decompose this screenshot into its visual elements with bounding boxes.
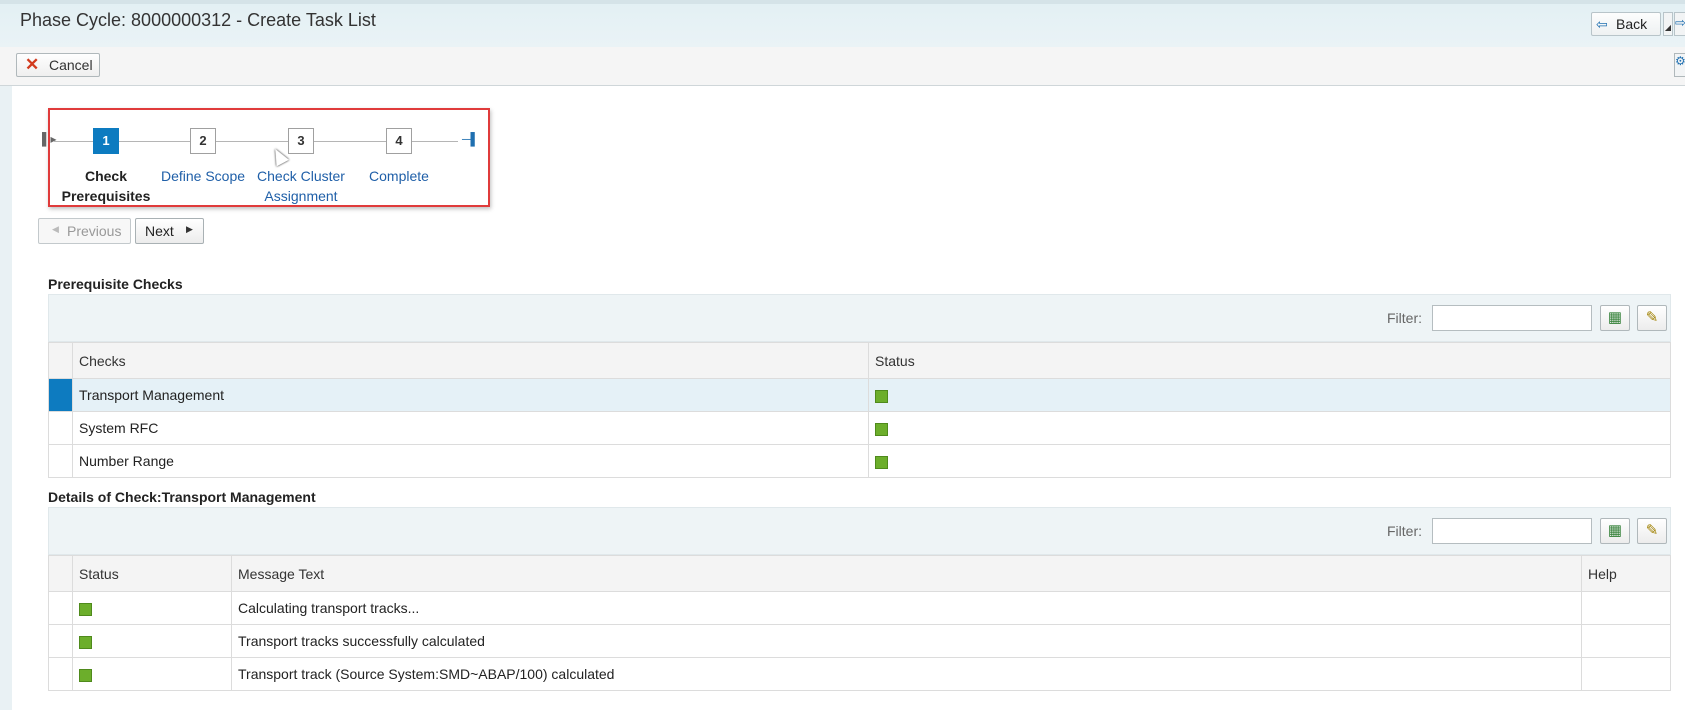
details-col-status[interactable]: Status bbox=[72, 555, 232, 592]
prereq-personalize-button[interactable]: ✎ bbox=[1637, 305, 1667, 331]
back-button[interactable]: ⇦ Back bbox=[1591, 12, 1661, 36]
prereq-table: Checks Status Transport Management Syste… bbox=[48, 342, 1671, 478]
roadmap-step-3[interactable]: 3 bbox=[288, 128, 314, 154]
row-selector[interactable] bbox=[48, 444, 73, 478]
row-selector[interactable] bbox=[48, 591, 73, 625]
details-header-row: Status Message Text Help bbox=[48, 555, 1671, 592]
status-green-icon bbox=[875, 455, 888, 469]
check-name: System RFC bbox=[72, 411, 869, 445]
prereq-col-status[interactable]: Status bbox=[868, 342, 1671, 379]
roadmap: ▌▸ ─▌ 1 2 3 4 Check Prerequisites Define… bbox=[42, 108, 490, 207]
page-title: Phase Cycle: 8000000312 - Create Task Li… bbox=[20, 10, 376, 30]
help-cell[interactable] bbox=[1581, 591, 1671, 625]
next-label: Next bbox=[145, 223, 174, 239]
status-green-icon bbox=[875, 389, 888, 403]
status-cell bbox=[72, 624, 232, 658]
roadmap-step-1[interactable]: 1 bbox=[93, 128, 119, 154]
row-selector[interactable] bbox=[48, 657, 73, 691]
status-green-icon bbox=[875, 422, 888, 436]
details-filter-label: Filter: bbox=[1387, 523, 1422, 539]
back-arrow-icon: ⇦ bbox=[1596, 16, 1608, 32]
roadmap-step-4-label[interactable]: Complete bbox=[344, 166, 454, 186]
status-cell bbox=[72, 591, 232, 625]
prereq-filter-label: Filter: bbox=[1387, 310, 1422, 326]
status-cell bbox=[868, 411, 1671, 445]
details-filter-input[interactable] bbox=[1432, 518, 1592, 544]
roadmap-step-3-label[interactable]: Check Cluster Assignment bbox=[246, 166, 356, 206]
next-button[interactable]: Next ▶ bbox=[135, 218, 204, 244]
status-cell bbox=[72, 657, 232, 691]
table-row[interactable]: Transport Management bbox=[48, 378, 1671, 412]
cancel-label: Cancel bbox=[49, 57, 93, 73]
details-export-button[interactable]: ▦ bbox=[1600, 518, 1630, 544]
left-border-strip bbox=[0, 86, 12, 710]
next-arrow-icon: ▶ bbox=[186, 224, 193, 234]
check-name: Number Range bbox=[72, 444, 869, 478]
row-selector[interactable] bbox=[48, 624, 73, 658]
table-row[interactable]: Transport track (Source System:SMD~ABAP/… bbox=[48, 657, 1671, 691]
details-select-all[interactable] bbox=[48, 555, 73, 592]
prereq-filter-bar: Filter: ▦ ✎ bbox=[48, 294, 1671, 342]
status-green-icon bbox=[79, 635, 92, 649]
export-icon: ▦ bbox=[1607, 309, 1623, 326]
prereq-select-all[interactable] bbox=[48, 342, 73, 379]
prereq-section-title: Prerequisite Checks bbox=[48, 276, 183, 292]
previous-arrow-icon: ◀ bbox=[52, 224, 59, 234]
user-settings-icon: ✎ bbox=[1645, 309, 1659, 326]
prereq-col-checks[interactable]: Checks bbox=[72, 342, 869, 379]
check-name: Transport Management bbox=[72, 378, 869, 412]
previous-label: Previous bbox=[67, 223, 122, 239]
roadmap-step-1-label[interactable]: Check Prerequisites bbox=[51, 166, 161, 206]
previous-button[interactable]: ◀ Previous bbox=[38, 218, 131, 244]
status-green-icon bbox=[79, 668, 92, 682]
row-selector[interactable] bbox=[48, 411, 73, 445]
prereq-header-row: Checks Status bbox=[48, 342, 1671, 379]
forward-arrow-icon: ⇨ bbox=[1675, 15, 1685, 30]
user-settings-icon: ✎ bbox=[1645, 522, 1659, 539]
details-table: Status Message Text Help Calculating tra… bbox=[48, 555, 1671, 691]
roadmap-end-icon: ─▌ bbox=[462, 132, 480, 146]
gear-icon: ⚙ bbox=[1675, 54, 1685, 68]
help-cell[interactable] bbox=[1581, 624, 1671, 658]
row-selector[interactable] bbox=[48, 378, 73, 412]
details-filter-bar: Filter: ▦ ✎ bbox=[48, 507, 1671, 555]
status-green-icon bbox=[79, 602, 92, 616]
roadmap-step-2[interactable]: 2 bbox=[190, 128, 216, 154]
title-bar: Phase Cycle: 8000000312 - Create Task Li… bbox=[0, 0, 1685, 47]
forward-button[interactable]: ⇨ bbox=[1674, 12, 1685, 36]
details-section-title: Details of Check:Transport Management bbox=[48, 489, 316, 505]
export-icon: ▦ bbox=[1607, 522, 1623, 539]
details-col-message[interactable]: Message Text bbox=[231, 555, 1582, 592]
status-cell bbox=[868, 444, 1671, 478]
roadmap-step-4[interactable]: 4 bbox=[386, 128, 412, 154]
roadmap-step-2-label[interactable]: Define Scope bbox=[148, 166, 258, 186]
cancel-icon: ✕ bbox=[25, 55, 40, 74]
toolbar: ✕ Cancel ⚙ bbox=[0, 47, 1685, 86]
toolbar-settings-button[interactable]: ⚙ bbox=[1674, 53, 1685, 77]
cancel-button[interactable]: ✕ Cancel bbox=[16, 53, 100, 77]
status-cell bbox=[868, 378, 1671, 412]
table-row[interactable]: System RFC bbox=[48, 411, 1671, 445]
table-row[interactable]: Transport tracks successfully calculated bbox=[48, 624, 1671, 658]
back-dropdown-button[interactable]: ◢ bbox=[1663, 12, 1673, 36]
help-cell[interactable] bbox=[1581, 657, 1671, 691]
prereq-filter-input[interactable] bbox=[1432, 305, 1592, 331]
table-row[interactable]: Number Range bbox=[48, 444, 1671, 478]
details-personalize-button[interactable]: ✎ bbox=[1637, 518, 1667, 544]
back-label: Back bbox=[1616, 16, 1648, 32]
details-col-help[interactable]: Help bbox=[1581, 555, 1671, 592]
prereq-export-button[interactable]: ▦ bbox=[1600, 305, 1630, 331]
message-text: Transport track (Source System:SMD~ABAP/… bbox=[231, 657, 1582, 691]
table-row[interactable]: Calculating transport tracks... bbox=[48, 591, 1671, 625]
message-text: Calculating transport tracks... bbox=[231, 591, 1582, 625]
message-text: Transport tracks successfully calculated bbox=[231, 624, 1582, 658]
